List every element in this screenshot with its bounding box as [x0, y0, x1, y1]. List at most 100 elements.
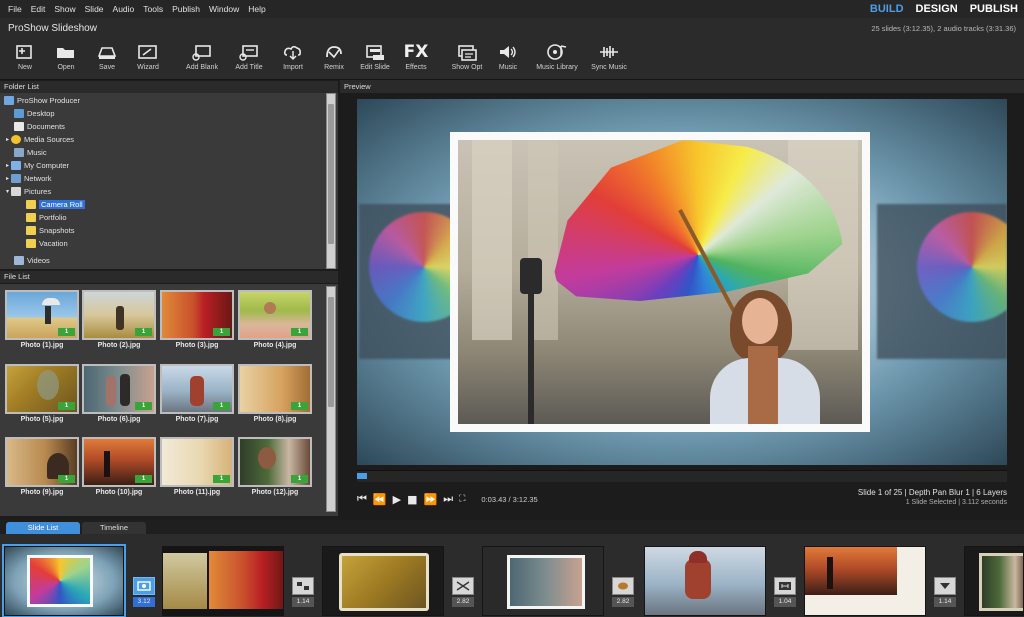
edit-slide-button[interactable]: Edit Slide [358, 41, 392, 71]
slide-thumbnail[interactable] [964, 546, 1024, 616]
tree-item-documents[interactable]: Documents [14, 120, 65, 132]
tree-item-portfolio[interactable]: Portfolio [26, 211, 67, 223]
transition-button[interactable]: 2.82 [452, 577, 474, 607]
tree-item-media-sources[interactable]: ▸ Media Sources [6, 133, 74, 145]
slide-photo-frame[interactable] [450, 132, 870, 432]
transition-icon [133, 577, 155, 595]
expand-arrow-icon[interactable]: ▸ [6, 175, 9, 182]
slide-thumbnail[interactable] [482, 546, 604, 616]
tree-item-desktop[interactable]: Desktop [14, 107, 55, 119]
tree-item-network[interactable]: ▸ Network [6, 172, 52, 184]
menu-file[interactable]: File [8, 4, 22, 14]
add-blank-button[interactable]: Add Blank [182, 41, 222, 71]
file-thumbnail[interactable]: 1 Photo (12).jpg [238, 437, 312, 496]
file-thumbnail[interactable]: 1 Photo (1).jpg [5, 290, 79, 349]
tree-item-camera-roll[interactable]: Camera Roll [26, 198, 85, 210]
folder-scrollbar[interactable] [326, 93, 336, 269]
transition-duration: 1.14 [934, 597, 956, 607]
mode-design[interactable]: DESIGN [916, 3, 958, 15]
expand-arrow-icon[interactable]: ▸ [6, 162, 9, 169]
tab-timeline[interactable]: Timeline [82, 522, 146, 534]
add-title-button[interactable]: Add Title [229, 41, 269, 71]
used-check-icon: 1 [135, 402, 152, 410]
pictures-icon [11, 186, 22, 196]
save-button[interactable]: Save [90, 41, 124, 71]
menu-edit[interactable]: Edit [31, 4, 46, 14]
transition-button[interactable]: 1.14 [934, 577, 956, 607]
file-list-scrollbar[interactable] [326, 286, 336, 512]
new-button[interactable]: New [8, 41, 42, 71]
sync-music-icon [597, 41, 621, 63]
transition-button[interactable]: 1.04 [774, 577, 796, 607]
import-button[interactable]: Import [276, 41, 310, 71]
open-button[interactable]: Open [49, 41, 83, 71]
tree-item-videos[interactable]: Videos [14, 254, 50, 266]
menu-show[interactable]: Show [54, 4, 75, 14]
file-thumbnail[interactable]: 1 Photo (7).jpg [160, 364, 234, 423]
menu-tools[interactable]: Tools [143, 4, 163, 14]
tree-item-proshow-producer[interactable]: ProShow Producer [4, 94, 80, 106]
tree-item-my-computer[interactable]: ▸ My Computer [6, 159, 69, 171]
tree-item-snapshots[interactable]: Snapshots [26, 224, 74, 236]
fast-forward-icon[interactable]: ⏩ [423, 493, 437, 506]
menu-window[interactable]: Window [209, 4, 239, 14]
file-thumbnail[interactable]: 1 Photo (10).jpg [82, 437, 156, 496]
file-thumbnail[interactable]: 1 Photo (8).jpg [238, 364, 312, 423]
wizard-button[interactable]: Wizard [131, 41, 165, 71]
slide-thumbnail[interactable] [644, 546, 766, 616]
music-library-button[interactable]: Music Library [532, 41, 582, 71]
tree-item-vacation[interactable]: Vacation [26, 237, 68, 249]
transition-duration: 2.82 [452, 597, 474, 607]
expand-arrow-icon[interactable]: ▸ [6, 136, 9, 143]
slide-thumbnail[interactable] [162, 546, 284, 616]
slide-thumbnail[interactable] [2, 544, 126, 617]
file-thumbnail[interactable]: 1 Photo (9).jpg [5, 437, 79, 496]
tab-slide-list[interactable]: Slide List [6, 522, 80, 534]
rewind-icon[interactable]: ⏪ [373, 493, 387, 506]
play-icon[interactable]: ▶ [393, 493, 401, 506]
file-thumbnail[interactable]: 1 Photo (2).jpg [82, 290, 156, 349]
menu-slide[interactable]: Slide [85, 4, 104, 14]
file-thumbnail[interactable]: 1 Photo (6).jpg [82, 364, 156, 423]
transition-button[interactable]: 3.12 [133, 577, 155, 607]
music-button[interactable]: Music [491, 41, 525, 71]
mode-build[interactable]: BUILD [870, 3, 904, 15]
tree-item-music[interactable]: Music [14, 146, 47, 158]
skip-to-start-icon[interactable]: ⏮ [357, 492, 367, 506]
file-name: Photo (12).jpg [251, 489, 299, 496]
slide-info: Slide 1 of 25 | Depth Pan Blur 1 | 6 Lay… [857, 488, 1007, 497]
remix-button[interactable]: Remix [317, 41, 351, 71]
effects-button[interactable]: FX Effects [399, 41, 433, 71]
mode-publish[interactable]: PUBLISH [970, 3, 1018, 15]
used-check-icon: 1 [213, 328, 230, 336]
fullscreen-icon[interactable]: ⛶ [459, 494, 465, 504]
transition-duration: 2.82 [612, 597, 634, 607]
preview-stage[interactable] [357, 99, 1007, 465]
file-thumbnail[interactable]: 1 Photo (11).jpg [160, 437, 234, 496]
add-title-icon [237, 41, 261, 63]
slide-thumbnail[interactable] [804, 546, 926, 616]
file-thumbnail[interactable]: 1 Photo (4).jpg [238, 290, 312, 349]
transition-icon [774, 577, 796, 595]
scrubber-progress [357, 473, 367, 479]
preview-scrubber[interactable] [357, 470, 1007, 482]
tree-item-pictures[interactable]: ▾ Pictures [6, 185, 51, 197]
transition-button[interactable]: 1.14 [292, 577, 314, 607]
file-thumbnail[interactable]: 1 Photo (5).jpg [5, 364, 79, 423]
stop-icon[interactable]: ■ [407, 493, 417, 506]
scrollbar-thumb[interactable] [328, 104, 334, 244]
scrollbar-thumb[interactable] [328, 297, 334, 407]
skip-to-end-icon[interactable]: ⏭ [443, 492, 453, 506]
sync-music-button[interactable]: Sync Music [589, 41, 629, 71]
folder-icon [26, 212, 36, 222]
show-opt-button[interactable]: Show Opt [450, 41, 484, 71]
file-name: Photo (6).jpg [97, 416, 141, 423]
collapse-arrow-icon[interactable]: ▾ [6, 188, 9, 195]
star-icon [11, 134, 22, 144]
file-thumbnail[interactable]: 1 Photo (3).jpg [160, 290, 234, 349]
menu-audio[interactable]: Audio [113, 4, 135, 14]
slide-thumbnail[interactable] [322, 546, 444, 616]
menu-publish[interactable]: Publish [172, 4, 200, 14]
menu-help[interactable]: Help [248, 4, 265, 14]
transition-button[interactable]: 2.82 [612, 577, 634, 607]
